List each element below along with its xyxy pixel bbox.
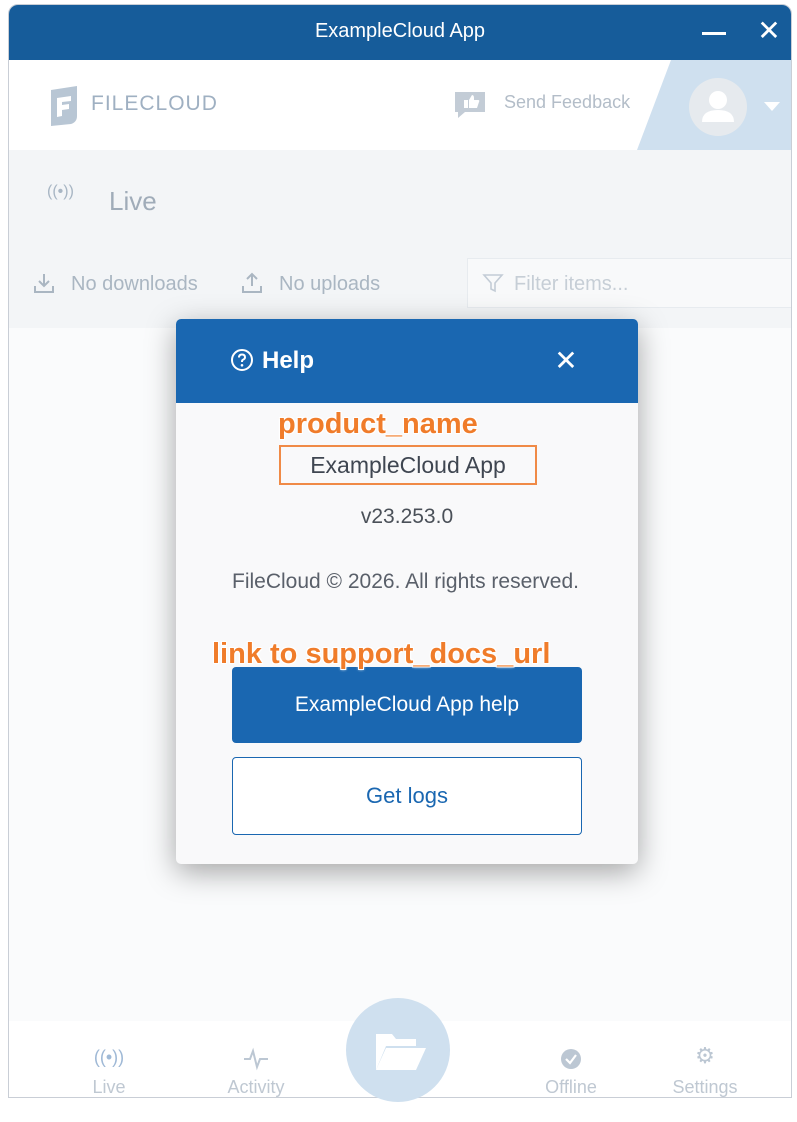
folder-open-icon	[376, 1034, 426, 1070]
nav-label-activity: Activity	[227, 1077, 285, 1097]
user-avatar[interactable]	[689, 78, 747, 136]
live-panel: ((•)) Live No downloads No uploads	[9, 150, 791, 328]
page-title: Live	[109, 186, 157, 216]
logo-wordmark: FILECLOUD	[91, 92, 218, 115]
version-label: v23.253.0	[360, 505, 454, 528]
product-name: ExampleCloud App	[279, 445, 537, 485]
help-question-icon	[231, 349, 253, 371]
window-title: ExampleCloud App	[314, 20, 486, 42]
help-docs-button[interactable]: ExampleCloud App help	[232, 667, 582, 743]
nav-label-live: Live	[92, 1077, 126, 1097]
uploads-status[interactable]: No uploads	[279, 273, 380, 296]
feedback-icon[interactable]	[453, 90, 487, 120]
get-logs-button[interactable]: Get logs	[232, 757, 582, 835]
dialog-title: Help	[262, 347, 315, 374]
copyright-text: FileCloud © 2026. All rights reserved.	[232, 570, 579, 593]
dialog-header: Help ✕	[176, 319, 638, 403]
send-feedback-link[interactable]: Send Feedback	[504, 92, 630, 113]
window-close-button[interactable]: ✕	[751, 11, 787, 51]
activity-icon	[244, 1047, 268, 1071]
filter-input[interactable]	[512, 268, 776, 300]
annotation-product-name: product_name	[278, 408, 478, 440]
minimize-button[interactable]	[699, 18, 729, 48]
dialog-close-button[interactable]: ✕	[548, 341, 584, 381]
nav-item-offline[interactable]: Offline	[511, 1021, 631, 1097]
nav-item-activity[interactable]: Activity	[196, 1021, 316, 1097]
downloads-status[interactable]: No downloads	[71, 273, 198, 296]
filter-icon	[482, 274, 504, 293]
nav-item-live[interactable]: ((•)) Live	[49, 1021, 169, 1097]
live-broadcast-icon: ((•))	[47, 183, 74, 200]
offline-check-icon	[561, 1049, 581, 1069]
live-icon: ((•))	[93, 1047, 125, 1067]
download-icon	[34, 274, 54, 293]
open-folder-button[interactable]	[346, 998, 450, 1102]
help-dialog: Help ✕ ExampleCloud App v23.253.0 FileCl…	[176, 319, 638, 864]
chevron-down-icon[interactable]	[764, 102, 780, 111]
upload-icon	[242, 272, 262, 293]
nav-item-settings[interactable]: ⚙ Settings	[645, 1021, 765, 1097]
nav-label-offline: Offline	[545, 1077, 597, 1097]
title-bar: ExampleCloud App ✕	[9, 5, 791, 60]
filecloud-logo-icon	[51, 86, 77, 126]
annotation-support-link: link to support_docs_url	[212, 638, 551, 670]
user-icon	[702, 91, 734, 122]
settings-gear-icon: ⚙	[695, 1043, 715, 1068]
nav-label-settings: Settings	[672, 1077, 738, 1097]
header-bar: FILECLOUD Send Feedback	[9, 60, 791, 150]
filter-box[interactable]	[467, 258, 791, 308]
